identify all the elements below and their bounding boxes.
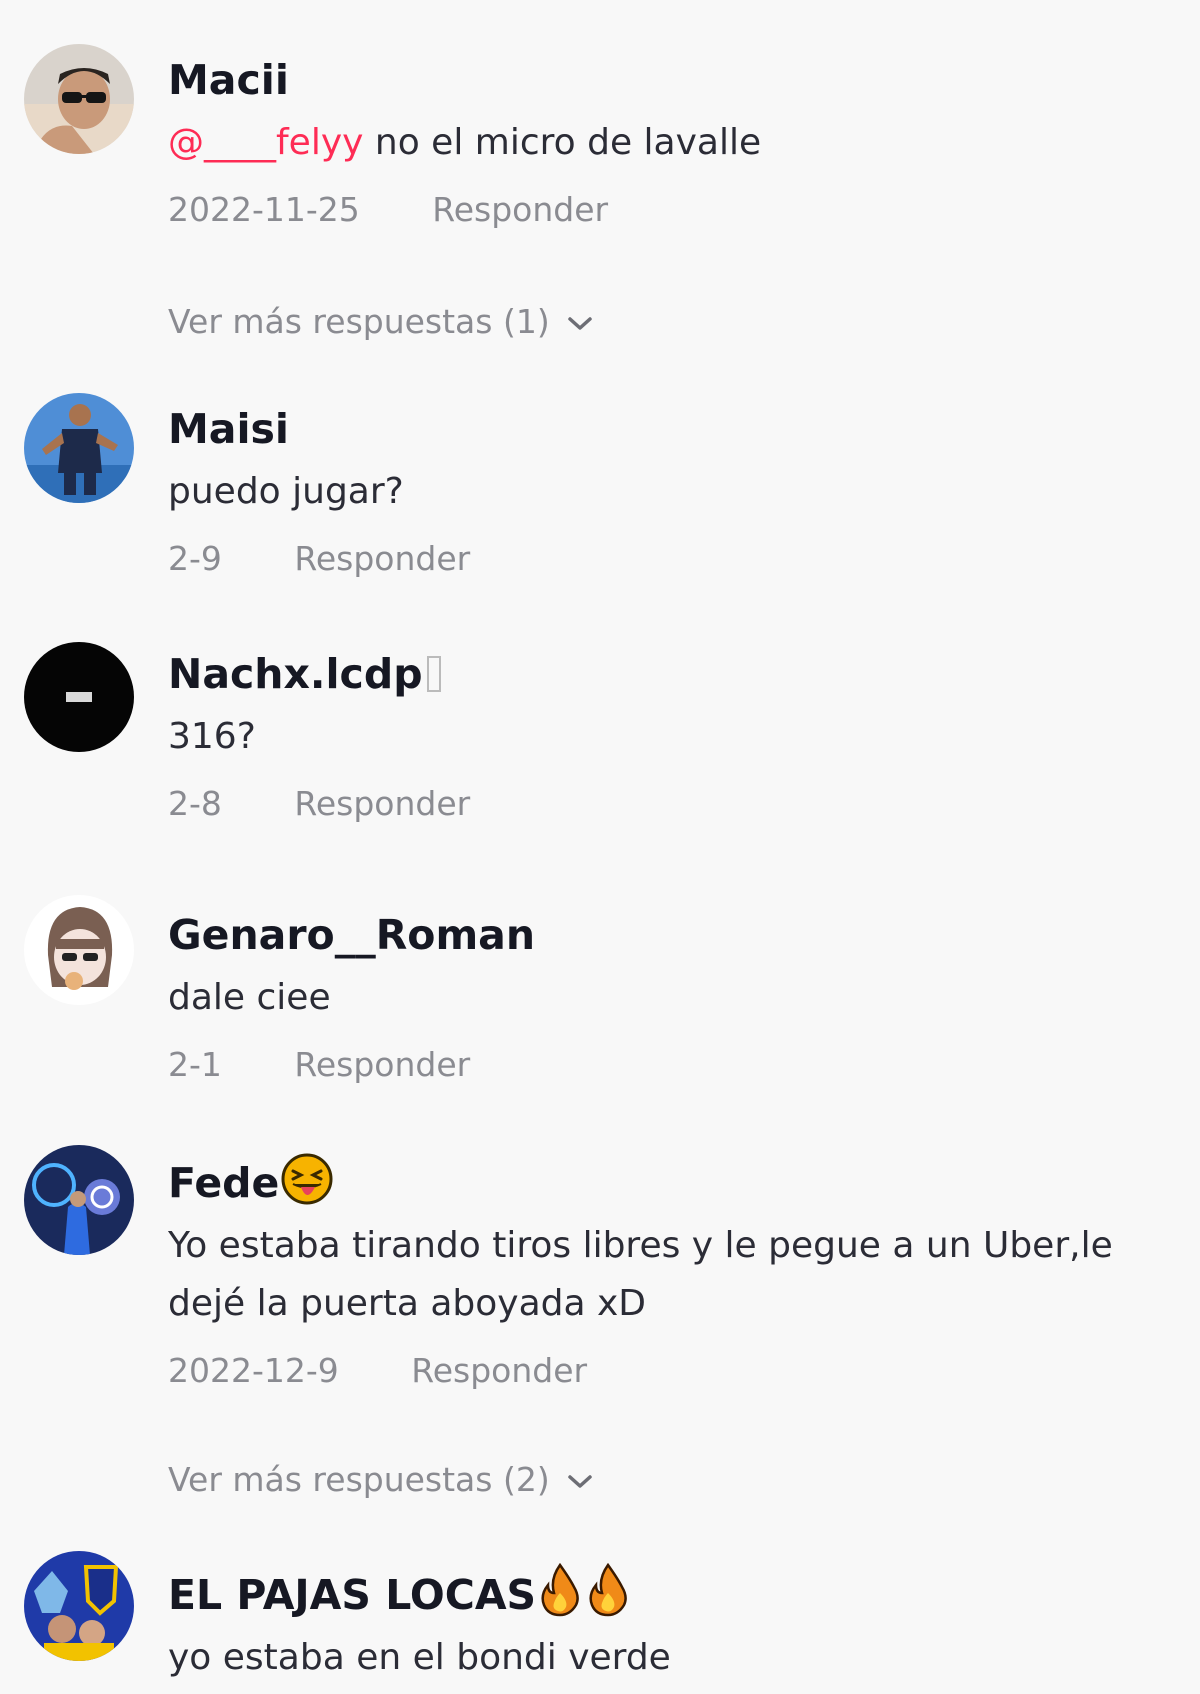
comment-text: yo estaba en el bondi verde bbox=[168, 1637, 671, 1678]
comment-content: Genaro__Roman dale ciee 2-1 Responder bbox=[168, 909, 1180, 1087]
comment-meta: 2022-11-25 Responder bbox=[168, 188, 1180, 232]
comment-username[interactable]: EL PAJAS LOCAS bbox=[168, 1563, 1180, 1621]
comment-content: EL PAJAS LOCAS yo estaba en el bondi ver… bbox=[168, 1563, 1180, 1687]
comment-text: dale ciee bbox=[168, 977, 331, 1018]
view-more-replies-button[interactable]: Ver más respuestas (1) bbox=[168, 300, 594, 344]
view-more-replies-label: Ver más respuestas (1) bbox=[168, 302, 550, 341]
comment-username-text: Nachx.lcdp bbox=[168, 650, 423, 698]
avatar[interactable] bbox=[24, 895, 134, 1005]
avatar[interactable] bbox=[24, 1551, 134, 1661]
squinting-tongue-emoji-icon bbox=[281, 1153, 333, 1205]
avatar[interactable] bbox=[24, 642, 134, 752]
comment-text: puedo jugar? bbox=[168, 471, 404, 512]
comment-date: 2022-11-25 bbox=[168, 190, 360, 229]
comment-content: Fede Yo estaba tirando tiros libres y le… bbox=[168, 1153, 1180, 1393]
chevron-down-icon bbox=[567, 1474, 592, 1488]
comment-content: Maisi puedo jugar? 2-9 Responder bbox=[168, 403, 1180, 581]
comment-username-text: Fede bbox=[168, 1159, 280, 1207]
comment-text: Yo estaba tirando tiros libres y le pegu… bbox=[168, 1225, 1113, 1324]
comment-meta: 2-1 Responder bbox=[168, 1043, 1180, 1087]
avatar[interactable] bbox=[24, 393, 134, 503]
comment-text: @____felyy no el micro de lavalle bbox=[168, 114, 1180, 172]
reply-button[interactable]: Responder bbox=[411, 1349, 587, 1393]
missing-glyph-icon bbox=[426, 656, 441, 692]
comment-meta: 2022-12-9 Responder bbox=[168, 1349, 1180, 1393]
comment-content: Macii @____felyy no el micro de lavalle … bbox=[168, 54, 1180, 232]
comment-date: 2-8 bbox=[168, 784, 222, 823]
reply-button[interactable]: Responder bbox=[294, 782, 470, 826]
comment-username[interactable]: Maisi bbox=[168, 403, 1180, 455]
mention-link[interactable]: @____felyy bbox=[168, 122, 363, 163]
comment-meta: 2-9 Responder bbox=[168, 537, 1180, 581]
avatar[interactable] bbox=[24, 1145, 134, 1255]
avatar[interactable] bbox=[24, 44, 134, 154]
comment-meta: 2-8 Responder bbox=[168, 782, 1180, 826]
comment-content: Nachx.lcdp 316? 2-8 Responder bbox=[168, 648, 1180, 826]
comment-text: 316? bbox=[168, 716, 256, 757]
chevron-down-icon bbox=[567, 316, 592, 330]
comment-date: 2-1 bbox=[168, 1045, 222, 1084]
comment-username[interactable]: Fede bbox=[168, 1153, 1180, 1209]
reply-button[interactable]: Responder bbox=[432, 188, 608, 232]
comment-text-body: no el micro de lavalle bbox=[363, 122, 762, 163]
view-more-replies-label: Ver más respuestas (2) bbox=[168, 1460, 550, 1499]
fire-emoji-icon bbox=[541, 1563, 579, 1617]
comment-date: 2-9 bbox=[168, 539, 222, 578]
reply-button[interactable]: Responder bbox=[294, 537, 470, 581]
comment-username[interactable]: Macii bbox=[168, 54, 1180, 106]
fire-emoji-icon bbox=[589, 1563, 627, 1617]
view-more-replies-button[interactable]: Ver más respuestas (2) bbox=[168, 1458, 594, 1502]
comment-username[interactable]: Genaro__Roman bbox=[168, 909, 1180, 961]
comment-date: 2022-12-9 bbox=[168, 1351, 339, 1390]
comment-username-text: EL PAJAS LOCAS bbox=[168, 1571, 537, 1619]
reply-button[interactable]: Responder bbox=[294, 1043, 470, 1087]
comment-username[interactable]: Nachx.lcdp bbox=[168, 648, 1180, 700]
